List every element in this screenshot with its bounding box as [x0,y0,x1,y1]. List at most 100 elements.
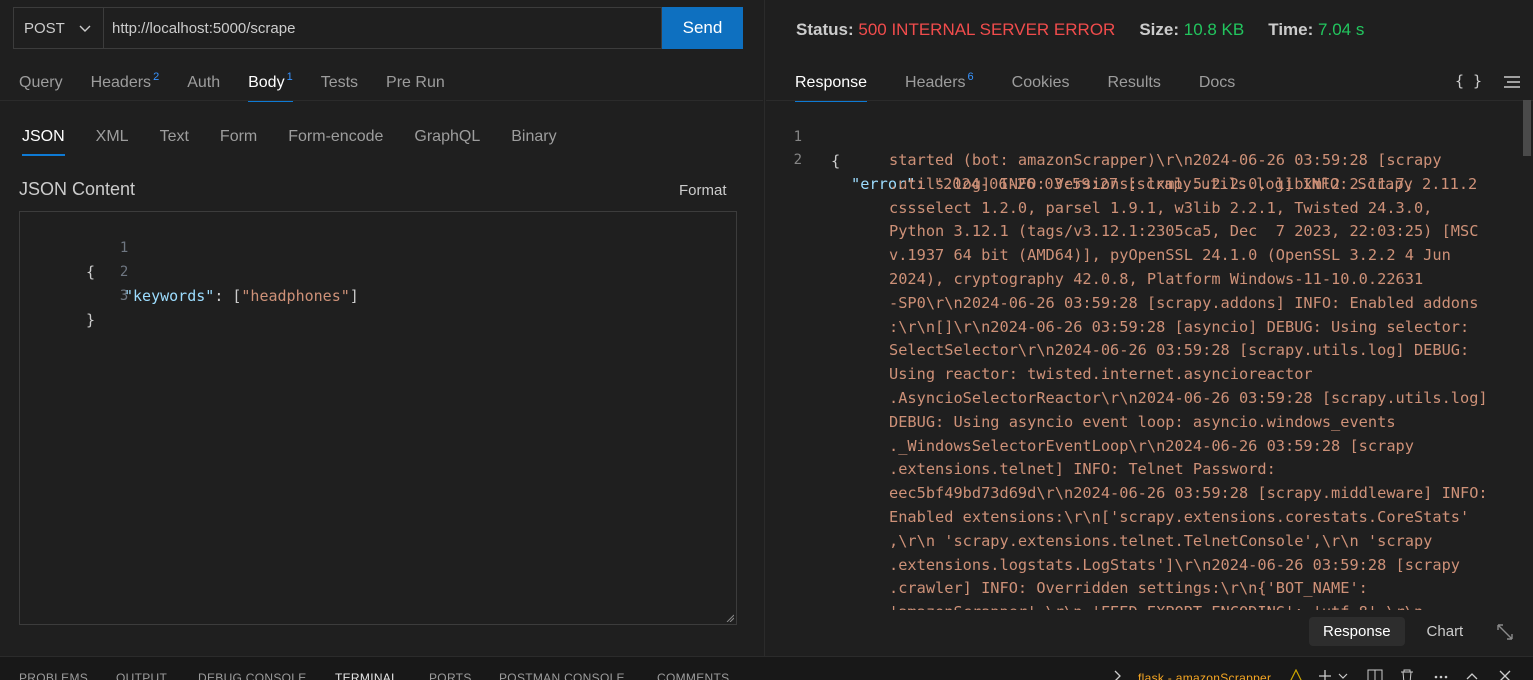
bottom-panel: PROBLEMS OUTPUT DEBUG CONSOLE TERMINAL P… [0,656,1533,680]
status-field: Status: 500 INTERNAL SERVER ERROR [796,20,1115,40]
more-icon[interactable] [1433,669,1449,680]
split-icon[interactable] [1367,669,1383,680]
panel-tab-terminal[interactable]: TERMINAL [335,671,398,680]
response-wrapped-line: ,\r\n 'scrapy.extensions.telnet.TelnetCo… [889,531,1433,550]
view-chart-button[interactable]: Chart [1413,617,1478,646]
panel-tab-problems[interactable]: PROBLEMS [19,671,88,680]
line-number: 3 [119,288,129,304]
tab-label: Cookies [1011,74,1070,91]
tab-xml[interactable]: XML [96,128,129,155]
panel-tab-ports[interactable]: PORTS [429,671,472,680]
count-badge: 6 [967,71,974,83]
json-key: "keywords" [124,287,215,305]
tab-label: Results [1107,74,1161,91]
response-wrapped-line: Enabled extensions:\r\n['scrapy.extensio… [889,508,1470,526]
response-wrapped-line: .AsyncioSelectorReactor\r\n2024-06-26 03… [889,389,1488,407]
tab-auth[interactable]: Auth [187,74,220,101]
panel-tab-output[interactable]: OUTPUT [116,671,167,680]
chevron-up-icon[interactable] [1465,669,1479,680]
thunder-client-window: POST Send Query Headers2 Auth Body1 Test… [0,0,1533,680]
size-field: Size: 10.8 KB [1139,20,1244,40]
plus-icon[interactable] [1318,669,1332,680]
line-number: 2 [793,151,802,168]
response-wrapped-line: Using reactor: twisted.internet.asyncior… [889,365,1313,384]
response-wrapped-line: -SP0\r\n2024-06-26 03:59:28 [scrapy.addo… [889,293,1479,312]
response-line: 2 "error": "2024-06-26 03:59:27 [scrapy.… [766,125,1478,220]
chevron-down-icon[interactable] [1337,669,1349,680]
tab-results[interactable]: Results [1107,74,1160,101]
response-wrapped-line: 2024), cryptography 42.0.8, Platform Win… [889,270,1424,288]
method-select[interactable]: POST [13,7,103,49]
request-pane: POST Send Query Headers2 Auth Body1 Test… [0,0,763,656]
divider [0,100,763,101]
response-body-viewer[interactable]: 1 { 2 "error": "2024-06-26 03:59:27 [scr… [766,100,1526,610]
response-wrapped-line: v.1937 64 bit (AMD64)], pyOpenSSL 24.1.0… [889,246,1451,265]
tab-query[interactable]: Query [19,74,63,101]
response-wrapped-line: 'amazonScrapper',\r\n 'FEED_EXPORT_ENCOD… [889,601,1423,610]
tab-label: Body [248,74,285,91]
tab-tests[interactable]: Tests [321,74,358,101]
tab-text[interactable]: Text [160,128,189,155]
body-type-tabs: JSON XML Text Form Form-encode GraphQL B… [22,128,588,156]
time-label: Time: [1268,20,1314,39]
response-wrapped-line: .utils.log] INFO: Versions: lxml 5.2.2.0… [889,174,1414,193]
response-status-bar: Status: 500 INTERNAL SERVER ERROR Size: … [796,20,1364,40]
pane-divider[interactable] [764,0,765,656]
tab-label: Headers [90,74,152,91]
code-text: } [86,311,96,329]
tab-body[interactable]: Body 1 [248,71,293,102]
terminal-name[interactable]: flask - amazonScrapper [1138,671,1271,680]
tab-headers[interactable]: Headers 2 [90,71,160,101]
expand-icon[interactable] [1495,622,1515,642]
close-icon[interactable] [1498,669,1512,680]
code-line: 1 { [20,212,736,281]
code-text: "keywords": ["headphones"] [124,284,359,308]
response-wrapped-line: ._WindowsSelectorEventLoop\r\n2024-06-26… [889,436,1414,455]
resize-grip-icon[interactable] [726,614,734,622]
request-tabs: Query Headers 2 Auth Body 1 Tests Pre Run [19,70,473,102]
time-field: Time: 7.04 s [1268,20,1364,40]
response-tabs: Response Headers 6 Cookies Results Docs [795,70,1273,102]
tab-binary[interactable]: Binary [511,128,556,155]
response-wrapped-line: Python 3.12.1 (tags/v3.12.1:2305ca5, Dec… [889,222,1479,241]
tab-response-headers[interactable]: Headers 6 [905,71,974,101]
size-label: Size: [1139,20,1180,39]
tab-cookies[interactable]: Cookies [1012,74,1070,101]
panel-tab-debug-console[interactable]: DEBUG CONSOLE [198,671,307,680]
url-bar: POST Send [13,7,743,49]
send-button[interactable]: Send [662,7,743,49]
panel-tab-postman-console[interactable]: POSTMAN CONSOLE [499,671,625,680]
json-body-editor[interactable]: 1 { 2 "keywords": ["headphones"] 3 } [19,211,737,625]
warning-icon [1290,669,1302,680]
scrollbar-thumb[interactable] [1523,100,1531,156]
tab-response[interactable]: Response [795,74,868,102]
json-punct: : [ [214,287,242,305]
tab-docs[interactable]: Docs [1199,74,1235,101]
response-wrapped-line: SelectSelector\r\n2024-06-26 03:59:28 [s… [889,341,1470,360]
response-wrapped-line: .extensions.logstats.LogStats']\r\n2024-… [889,555,1460,574]
tab-label: Response [795,74,868,91]
status-label: Status: [796,20,854,39]
braces-icon[interactable]: { } [1455,72,1482,90]
format-button[interactable]: Format [679,182,727,199]
chevron-down-icon [79,25,91,32]
view-response-button[interactable]: Response [1309,617,1405,646]
menu-icon[interactable] [1503,74,1521,90]
response-wrapped-line: cssselect 1.2.0, parsel 1.9.1, w3lib 2.2… [889,198,1433,217]
tab-graphql[interactable]: GraphQL [414,128,480,155]
tab-form-encode[interactable]: Form-encode [288,128,383,155]
trash-icon[interactable] [1399,669,1415,680]
tab-label: Tests [320,74,359,91]
tab-pre-run[interactable]: Pre Run [386,74,445,101]
terminal-icon [1114,670,1121,680]
tab-form[interactable]: Form [220,128,257,155]
url-input[interactable] [103,7,662,49]
json-content-label: JSON Content [19,179,136,199]
panel-tab-comments[interactable]: COMMENTS [657,671,729,680]
size-value: 10.8 KB [1183,20,1245,39]
method-value: POST [24,19,65,37]
tab-json[interactable]: JSON [22,128,65,156]
response-wrapped-line: eec5bf49bd73d69d\r\n2024-06-26 03:59:28 … [889,484,1488,503]
response-wrapped-line: started (bot: amazonScrapper)\r\n2024-06… [889,151,1442,169]
response-wrapped-line: :\r\n[]\r\n2024-06-26 03:59:28 [asyncio]… [889,317,1470,336]
